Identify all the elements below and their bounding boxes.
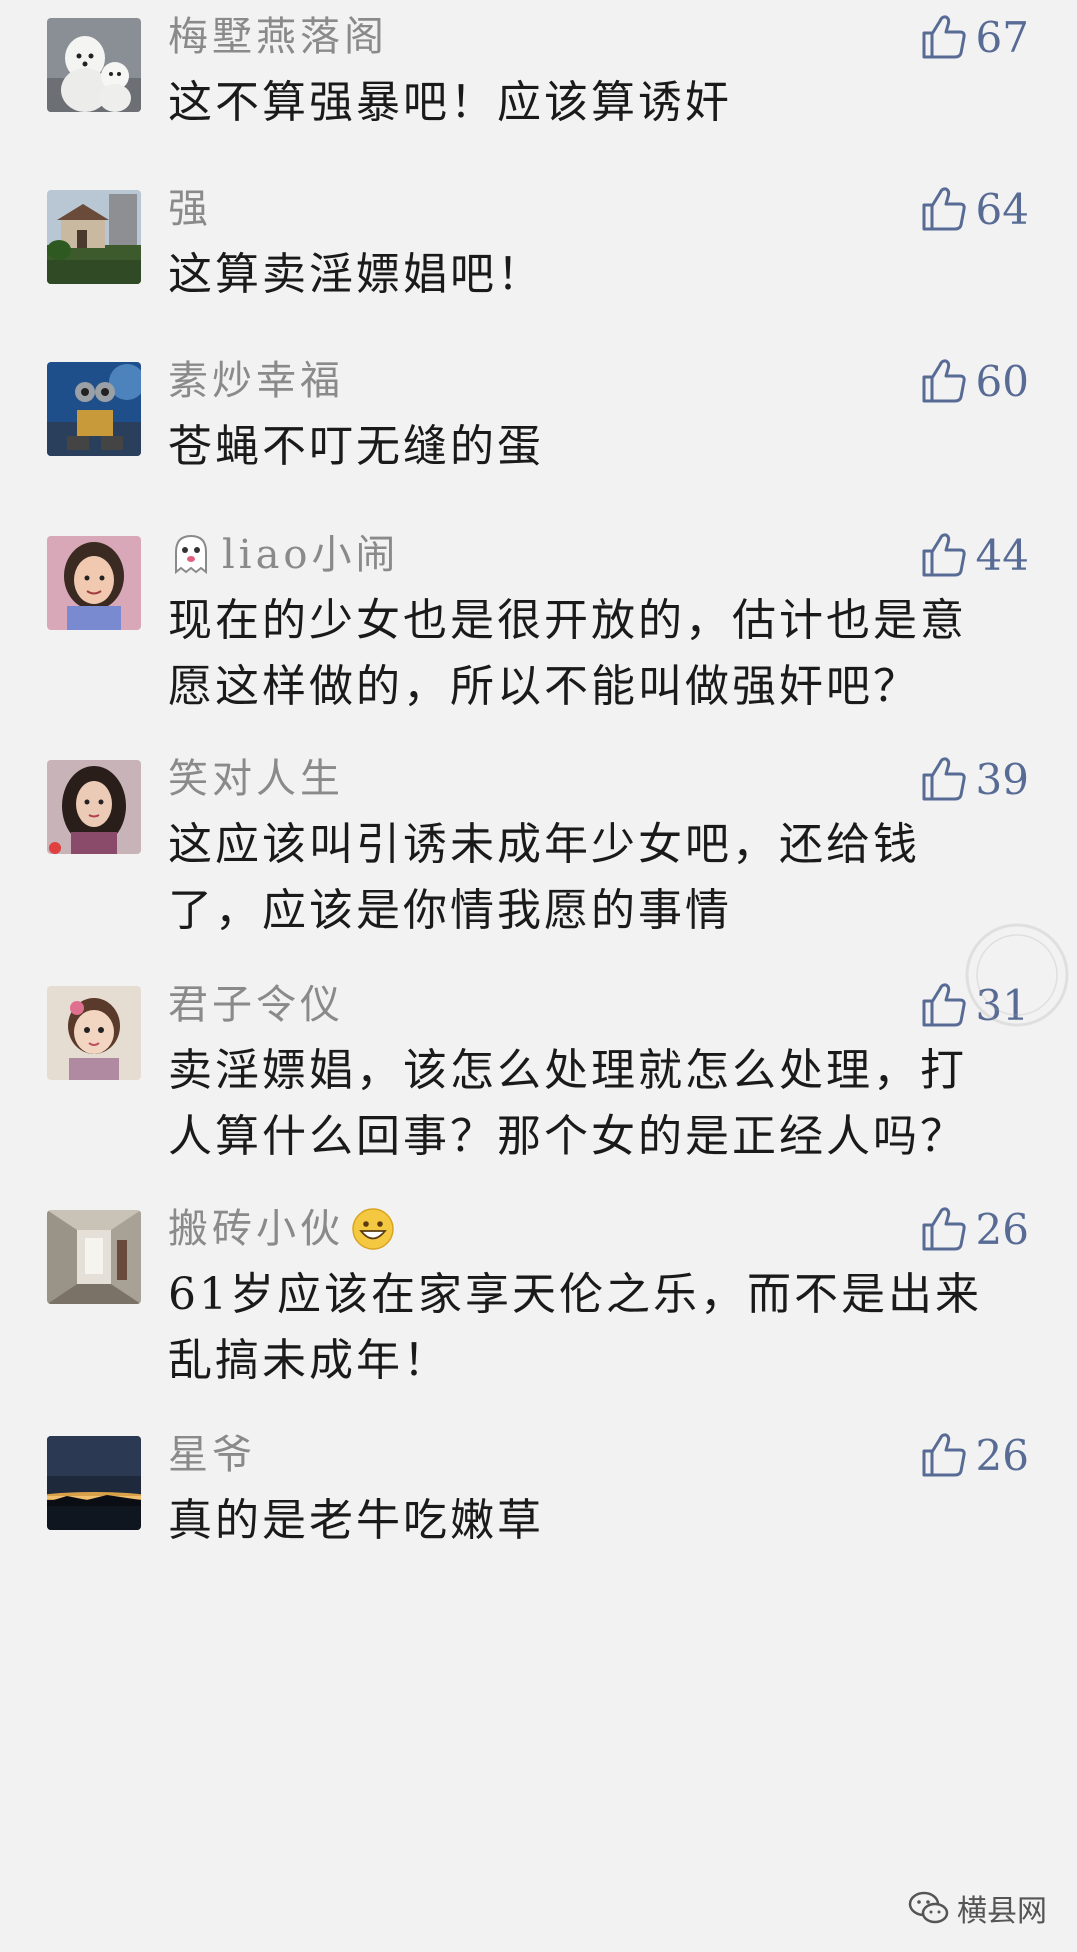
like-button[interactable]: 26	[920, 1204, 1029, 1254]
comment-text: 卖淫嫖娼，该怎么处理就怎么处理，打 人算什么回事？那个女的是正经人吗？	[168, 1038, 1018, 1170]
nickname-text: 素炒幸福	[168, 358, 344, 404]
comment-line: 现在的少女也是很开放的，估计也是意	[168, 595, 967, 646]
like-count: 67	[975, 12, 1029, 62]
mansion-avatar[interactable]	[47, 190, 141, 284]
nickname-text: 搬砖小伙	[168, 1206, 344, 1252]
sunset-avatar[interactable]	[47, 1436, 141, 1530]
like-button[interactable]: 44	[920, 530, 1029, 580]
like-count: 26	[975, 1204, 1029, 1254]
nickname-text: 君子令仪	[168, 982, 344, 1028]
nickname[interactable]: liao小闹	[168, 530, 400, 580]
comment-text: 61岁应该在家享天伦之乐，而不是出来 乱搞未成年！	[168, 1262, 1018, 1394]
thumbs-up-icon	[920, 185, 968, 233]
robot-avatar[interactable]	[47, 362, 141, 456]
comment-text: 现在的少女也是很开放的，估计也是意 愿这样做的，所以不能叫做强奸吧？	[168, 588, 1018, 720]
nickname[interactable]: 君子令仪	[168, 980, 344, 1030]
comment-line: 乱搞未成年！	[168, 1335, 450, 1386]
hallway-avatar[interactable]	[47, 1210, 141, 1304]
thumbs-up-icon	[920, 981, 968, 1029]
comment-text: 真的是老牛吃嫩草	[168, 1488, 1018, 1554]
thumbs-up-icon	[920, 357, 968, 405]
comment-line: 人算什么回事？那个女的是正经人吗？	[168, 1111, 967, 1162]
grin-emoji	[350, 1206, 396, 1252]
like-count: 39	[975, 754, 1029, 804]
comment-text: 苍蝇不叮无缝的蛋	[168, 414, 1018, 480]
white-dogs-avatar[interactable]	[47, 18, 141, 112]
like-count: 44	[975, 530, 1029, 580]
comment-text: 这不算强暴吧！应该算诱奸	[168, 70, 1018, 136]
like-count: 64	[975, 184, 1029, 234]
thumbs-up-icon	[920, 13, 968, 61]
nickname[interactable]: 梅墅燕落阁	[168, 12, 388, 62]
like-count: 26	[975, 1430, 1029, 1480]
like-button[interactable]: 64	[920, 184, 1029, 234]
nickname-text: 梅墅燕落阁	[168, 14, 388, 60]
child-avatar[interactable]	[47, 986, 141, 1080]
comment-line: 了，应该是你情我愿的事情	[168, 885, 732, 936]
comment-line: 真的是老牛吃嫩草	[168, 1495, 544, 1546]
nickname[interactable]: 素炒幸福	[168, 356, 344, 406]
comment-line: 愿这样做的，所以不能叫做强奸吧？	[168, 661, 920, 712]
watermark-text: 横县网	[957, 1895, 1047, 1928]
nickname-text: 强	[168, 186, 212, 232]
ghost-emoji	[168, 532, 214, 578]
like-button[interactable]: 60	[920, 356, 1029, 406]
like-button[interactable]: 39	[920, 754, 1029, 804]
girl-portrait-avatar[interactable]	[47, 760, 141, 854]
comment-line: 这算卖淫嫖娼吧！	[168, 249, 544, 300]
like-count: 60	[975, 356, 1029, 406]
watermark-stamp	[962, 920, 1072, 1030]
comment-line: 这不算强暴吧！应该算诱奸	[168, 77, 732, 128]
nickname-text: liao小闹	[222, 532, 400, 578]
thumbs-up-icon	[920, 1205, 968, 1253]
thumbs-up-icon	[920, 1431, 968, 1479]
nickname[interactable]: 星爷	[168, 1430, 256, 1480]
nickname-text: 笑对人生	[168, 756, 344, 802]
comment-line: 61岁应该在家享天伦之乐，而不是出来	[168, 1269, 982, 1320]
comment-text: 这应该叫引诱未成年少女吧，还给钱 了，应该是你情我愿的事情	[168, 812, 1018, 944]
comment-list: 梅墅燕落阁 67 这不算强暴吧！应该算诱奸强 64 这算卖淫嫖娼吧！ 素炒幸福 60 苍蝇不叮…	[0, 0, 1077, 1952]
nickname[interactable]: 强	[168, 184, 212, 234]
like-button[interactable]: 67	[920, 12, 1029, 62]
nickname[interactable]: 搬砖小伙	[168, 1204, 396, 1254]
nickname[interactable]: 笑对人生	[168, 754, 344, 804]
comment-line: 这应该叫引诱未成年少女吧，还给钱	[168, 819, 920, 870]
woman-avatar[interactable]	[47, 536, 141, 630]
nickname-text: 星爷	[168, 1432, 256, 1478]
watermark: 横县网	[907, 1886, 1047, 1930]
thumbs-up-icon	[920, 755, 968, 803]
thumbs-up-icon	[920, 531, 968, 579]
wechat-icon	[907, 1886, 951, 1930]
comment-line: 苍蝇不叮无缝的蛋	[168, 421, 544, 472]
like-button[interactable]: 26	[920, 1430, 1029, 1480]
comment-line: 卖淫嫖娼，该怎么处理就怎么处理，打	[168, 1045, 967, 1096]
comment-text: 这算卖淫嫖娼吧！	[168, 242, 1018, 308]
